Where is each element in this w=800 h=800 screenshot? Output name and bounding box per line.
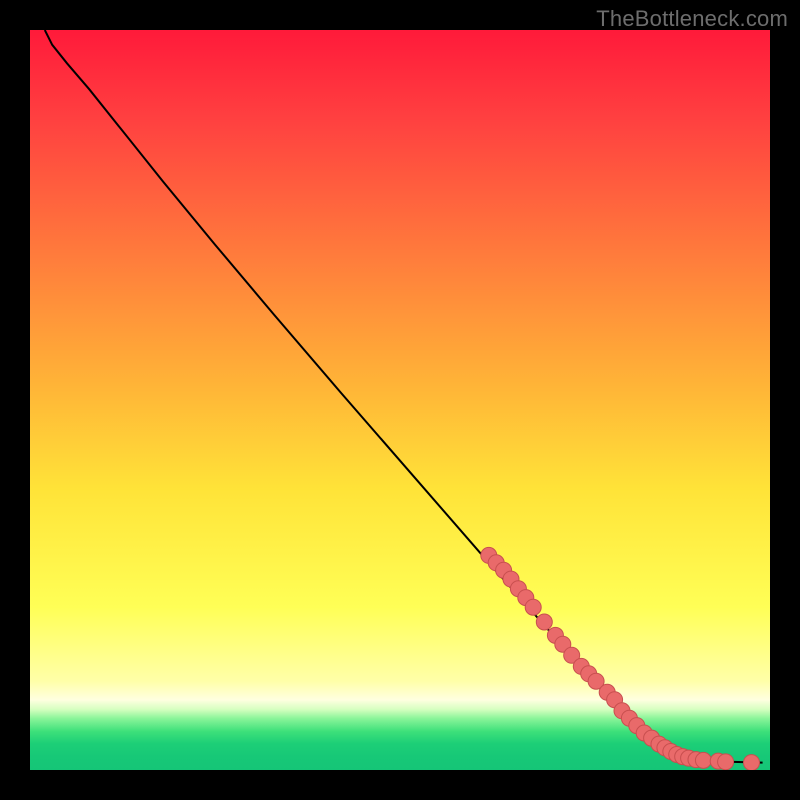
watermark-text: TheBottleneck.com (596, 6, 788, 32)
gradient-background (30, 30, 770, 770)
data-point (695, 752, 711, 768)
chart-frame: TheBottleneck.com (0, 0, 800, 800)
data-point (525, 599, 541, 615)
data-point (744, 755, 760, 770)
data-point (718, 754, 734, 770)
bottleneck-chart (30, 30, 770, 770)
data-point (536, 614, 552, 630)
